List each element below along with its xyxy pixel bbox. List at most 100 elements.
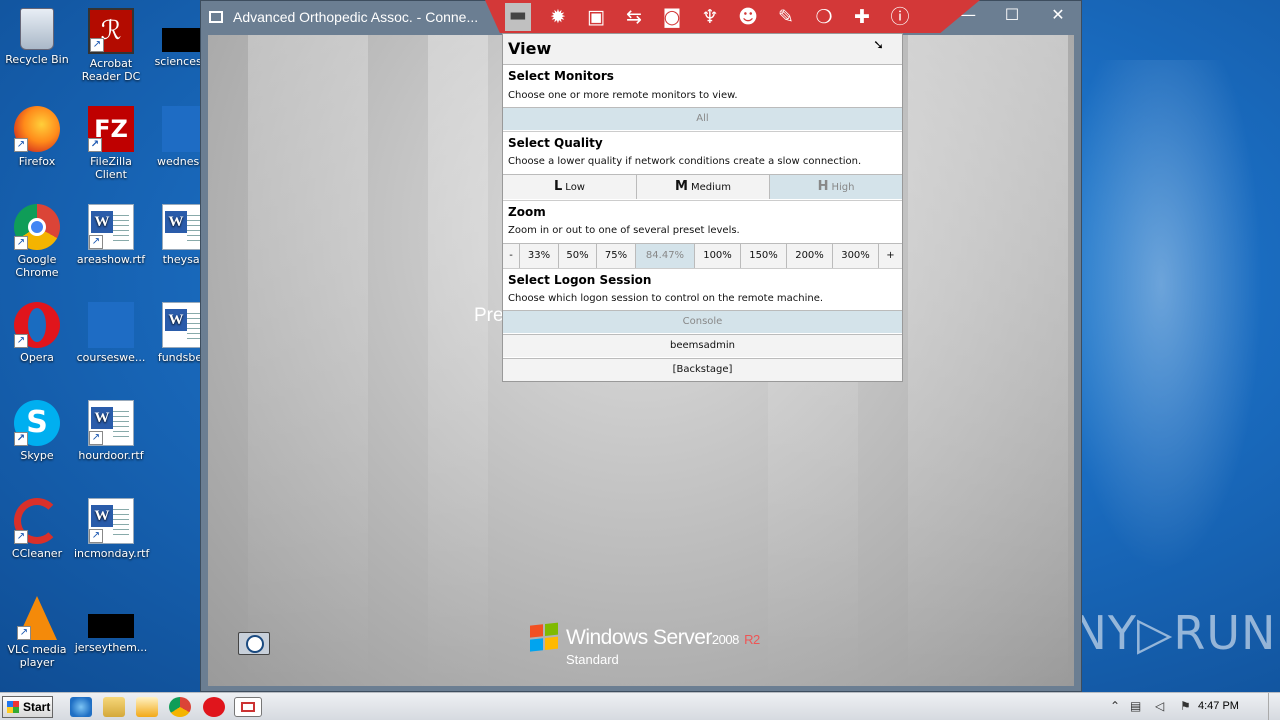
recycle-bin-icon [20, 8, 54, 50]
show-desktop-button[interactable] [1268, 693, 1280, 720]
skype-icon: S ↗ [14, 400, 60, 446]
logon-session-option[interactable]: [Backstage] [503, 358, 902, 381]
participants-button[interactable]: ☻ [735, 5, 761, 29]
desktop-icon-google-chrome[interactable]: ↗ Google Chrome [0, 200, 74, 279]
desktop-icon-hourdoor[interactable]: W ↗ hourdoor.rtf [74, 396, 148, 462]
zoom-in-button[interactable]: + [879, 243, 902, 268]
quality-desc: Choose a lower quality if network condit… [508, 156, 862, 167]
plus-icon: ✚ [854, 6, 870, 28]
zoom-level-button[interactable]: 75% [597, 243, 636, 268]
desktop-icon-label: incmonday.rtf [74, 547, 150, 560]
desktop-icon-areashow[interactable]: W ↗ areashow.rtf [74, 200, 148, 266]
view-panel: View ➘ Select Monitors Choose one or mor… [502, 33, 903, 382]
tray-flag-icon[interactable]: ⚑ [1180, 699, 1191, 713]
desktop-icon-filezilla[interactable]: FZ ↗ FileZilla Client [74, 102, 148, 181]
file-transfer-button[interactable]: ⇆ [621, 5, 647, 29]
desktop-icon-label: FileZilla Client [90, 155, 132, 181]
quality-high-label: High [831, 182, 855, 193]
view-panel-title: View [508, 39, 552, 58]
toolbox-icon: ▣ [587, 6, 605, 28]
desktop-icon-opera[interactable]: ↗ Opera [0, 298, 74, 364]
chat-icon: ❍ [815, 6, 833, 28]
word-doc-icon: W ↗ [88, 204, 134, 250]
desktop-icon-incmonday[interactable]: W ↗ incmonday.rtf [74, 494, 150, 560]
view-monitor-button[interactable]: ▬ [505, 3, 531, 31]
desktop-icon-recycle-bin[interactable]: Recycle Bin [0, 4, 74, 66]
info-button[interactable]: ⓘ [887, 5, 913, 29]
wallpaper-streak [908, 35, 1068, 686]
logon-desc: Choose which logon session to control on… [508, 293, 824, 304]
zoom-level-button[interactable]: 50% [559, 243, 597, 268]
taskbar-opera-icon[interactable] [203, 697, 225, 717]
microphone-button[interactable]: ♆ [697, 5, 723, 29]
screenshot-button[interactable]: ◙ [659, 5, 685, 29]
logon-session-option[interactable]: Console [503, 310, 902, 333]
zoom-out-button[interactable]: - [503, 243, 520, 268]
tray-chevron-icon[interactable]: ⌃ [1110, 699, 1120, 713]
monitor-icon: ▬ [509, 4, 527, 26]
logon-title: Select Logon Session [508, 273, 652, 287]
taskbar-ie-icon[interactable] [70, 697, 92, 717]
chat-button[interactable]: ❍ [811, 5, 837, 29]
wallpaper-streak [248, 35, 368, 686]
tray-volume-icon[interactable]: ◁ [1155, 699, 1164, 713]
monitors-title: Select Monitors [508, 69, 614, 83]
desktop-icon-skype[interactable]: S ↗ Skype [0, 396, 74, 462]
logon-session-option[interactable]: beemsadmin [503, 334, 902, 357]
transfer-arrows-icon: ⇆ [626, 6, 642, 28]
monitor-option-all[interactable]: All [503, 107, 902, 130]
zoom-level-button[interactable]: 100% [695, 243, 741, 268]
quality-low-letter: L [554, 179, 563, 194]
zoom-level-button[interactable]: 33% [520, 243, 559, 268]
zoom-title: Zoom [508, 205, 546, 219]
taskbar-explorer-icon[interactable] [103, 697, 125, 717]
filezilla-icon: FZ ↗ [88, 106, 134, 152]
monitors-desc: Choose one or more remote monitors to vi… [508, 90, 738, 101]
taskbar-clock[interactable]: 4:47 PM [1198, 700, 1239, 712]
taskbar: Start ⌃ ▤ ◁ ⚑ 4:47 PM [0, 692, 1280, 720]
taskbar-media-icon[interactable] [136, 697, 158, 717]
desktop-icon-jerseythem[interactable]: jerseythem... [74, 592, 148, 654]
desktop-icon-ccleaner[interactable]: ↗ CCleaner [0, 494, 74, 560]
monitors-section: Select Monitors Choose one or more remot… [503, 65, 902, 132]
desktop-icon-label: Skype [20, 449, 54, 462]
zoom-level-button[interactable]: 300% [833, 243, 879, 268]
desktop-icon-firefox[interactable]: ↗ Firefox [0, 102, 74, 168]
quality-medium-button[interactable]: M Medium [637, 174, 770, 199]
tray-network-icon[interactable]: ▤ [1130, 699, 1141, 713]
maximize-button[interactable]: ☐ [997, 5, 1027, 27]
zoom-level-button[interactable]: 84.47% [636, 243, 695, 268]
wallpaper-streaks [1082, 60, 1280, 620]
word-doc-icon: W ↗ [88, 400, 134, 446]
desktop-icon-label: Firefox [18, 155, 56, 168]
users-icon: ☻ [738, 6, 758, 28]
panel-pin-icon[interactable]: ➘ [873, 38, 884, 53]
generic-file-icon [88, 302, 134, 348]
add-button[interactable]: ✚ [849, 5, 875, 29]
desktop-icon-label: VLC media player [7, 643, 67, 669]
desktop-icon-courseswe[interactable]: courseswe... [74, 298, 148, 364]
settings-button[interactable]: ✹ [545, 5, 571, 29]
ease-of-access-button[interactable] [238, 632, 270, 655]
desktop-icon-acrobat[interactable]: ℛ ↗ Acrobat Reader DC [74, 4, 148, 83]
logo-version: 2008 [711, 632, 739, 647]
quality-low-button[interactable]: L Low [503, 174, 637, 199]
logon-section: Select Logon Session Choose which logon … [503, 269, 902, 381]
windows-server-edition: Standard [566, 652, 619, 667]
opera-icon: ↗ [14, 302, 60, 348]
toolbox-button[interactable]: ▣ [583, 5, 609, 29]
windows-server-logo: Windows Server2008 R2 Standard [530, 622, 770, 672]
quality-medium-label: Medium [690, 182, 731, 193]
zoom-level-button[interactable]: 150% [741, 243, 787, 268]
taskbar-remote-app-icon[interactable] [234, 697, 262, 717]
chrome-icon: ↗ [14, 204, 60, 250]
quality-high-button[interactable]: H High [770, 174, 902, 199]
zoom-level-button[interactable]: 200% [787, 243, 833, 268]
desktop-icon-vlc[interactable]: ↗ VLC media player [0, 592, 74, 669]
firefox-icon: ↗ [14, 106, 60, 152]
start-button[interactable]: Start [2, 696, 53, 718]
annotate-button[interactable]: ✎ [773, 5, 799, 29]
taskbar-chrome-icon[interactable] [169, 697, 191, 717]
camera-icon: ◙ [662, 6, 682, 28]
close-button[interactable]: ✕ [1043, 5, 1073, 27]
